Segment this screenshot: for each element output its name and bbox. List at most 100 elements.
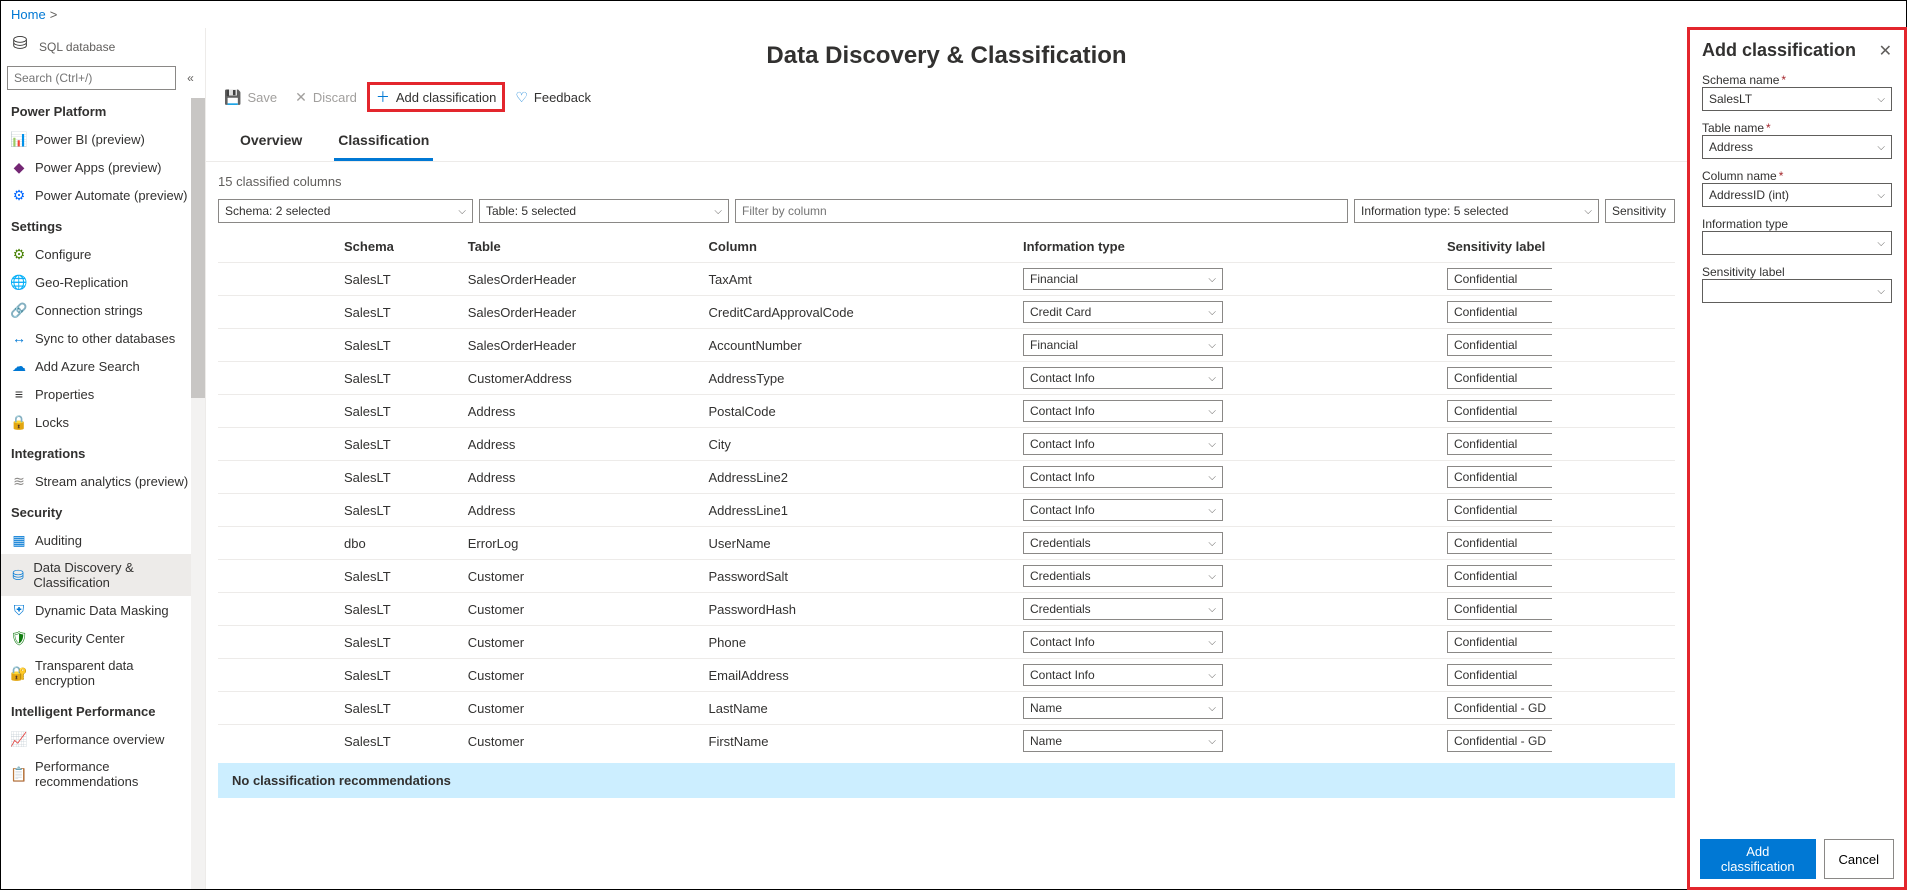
cell-column: Phone	[703, 626, 1017, 659]
infotype-dropdown[interactable]: Credentials⌵	[1023, 532, 1223, 554]
sensitivity-dropdown[interactable]: Confidential	[1447, 664, 1552, 686]
sidebar-item[interactable]: ⚙Configure	[1, 240, 205, 268]
table-row: SalesLTCustomerPhoneContact Info⌵Confide…	[218, 626, 1675, 659]
nav-icon: 🌐	[11, 274, 27, 290]
table-row: SalesLTCustomerPasswordSaltCredentials⌵C…	[218, 560, 1675, 593]
sidebar-item[interactable]: 🔐Transparent data encryption	[1, 652, 205, 694]
infotype-dropdown[interactable]: Contact Info⌵	[1023, 400, 1223, 422]
sidebar-item[interactable]: 📊Power BI (preview)	[1, 125, 205, 153]
sensitivity-filter[interactable]: Sensitivity la	[1605, 199, 1675, 223]
cell-table: Address	[462, 428, 703, 461]
nav-icon: ◆	[11, 159, 27, 175]
infotype-dropdown[interactable]: Contact Info⌵	[1023, 499, 1223, 521]
sidebar-item[interactable]: ≋Stream analytics (preview)	[1, 467, 205, 495]
search-input[interactable]	[7, 66, 176, 90]
sidebar-item[interactable]: ⛁Data Discovery & Classification	[1, 554, 205, 596]
chevron-down-icon: ⌵	[1208, 670, 1216, 681]
column-select[interactable]: AddressID (int)⌵	[1702, 183, 1892, 207]
table-row: SalesLTAddressCityContact Info⌵Confident…	[218, 428, 1675, 461]
infotype-dropdown[interactable]: Credit Card⌵	[1023, 301, 1223, 323]
sidebar-item[interactable]: ◆Power Apps (preview)	[1, 153, 205, 181]
sidebar-item-label: Dynamic Data Masking	[35, 603, 169, 618]
col-column[interactable]: Column	[703, 231, 1017, 263]
table-row: SalesLTAddressPostalCodeContact Info⌵Con…	[218, 395, 1675, 428]
feedback-button[interactable]: ♡Feedback	[507, 85, 599, 110]
infotype-dropdown[interactable]: Credentials⌵	[1023, 598, 1223, 620]
table-filter[interactable]: Table: 5 selected⌵	[479, 199, 729, 223]
sidebar-item[interactable]: 🌐Geo-Replication	[1, 268, 205, 296]
sidebar-item[interactable]: ☁Add Azure Search	[1, 352, 205, 380]
infotype-dropdown[interactable]: Contact Info⌵	[1023, 664, 1223, 686]
infotype-dropdown[interactable]: Contact Info⌵	[1023, 466, 1223, 488]
sensitivity-dropdown[interactable]: Confidential	[1447, 268, 1552, 290]
nav-icon: ≋	[11, 473, 27, 489]
sensitivity-dropdown[interactable]: Confidential	[1447, 598, 1552, 620]
tab-classification[interactable]: Classification	[334, 122, 433, 161]
sidebar-item[interactable]: 🛡Security Center	[1, 624, 205, 652]
save-button[interactable]: 💾Save	[216, 85, 285, 110]
sensitivity-dropdown[interactable]: Confidential	[1447, 466, 1552, 488]
chevron-down-icon: ⌵	[1208, 340, 1216, 351]
sensitivity-dropdown[interactable]: Confidential	[1447, 532, 1552, 554]
infotype-dropdown[interactable]: Contact Info⌵	[1023, 631, 1223, 653]
sensitivity-dropdown[interactable]: Confidential - GDPR	[1447, 730, 1552, 752]
sensitivity-dropdown[interactable]: Confidential	[1447, 400, 1552, 422]
sidebar-item[interactable]: ▦Auditing	[1, 526, 205, 554]
section-title: Integrations	[1, 436, 205, 467]
sensitivity-dropdown[interactable]: Confidential	[1447, 433, 1552, 455]
sensitivity-dropdown[interactable]: Confidential	[1447, 301, 1552, 323]
breadcrumb-home[interactable]: Home	[11, 7, 46, 22]
sidebar-item[interactable]: 🔗Connection strings	[1, 296, 205, 324]
col-schema[interactable]: Schema	[338, 231, 462, 263]
table-row: SalesLTCustomerPasswordHashCredentials⌵C…	[218, 593, 1675, 626]
nav-icon: ⛁	[11, 567, 25, 583]
sidebar-item[interactable]: ↔Sync to other databases	[1, 324, 205, 352]
infotype-dropdown[interactable]: Contact Info⌵	[1023, 433, 1223, 455]
infotype-dropdown[interactable]: Financial⌵	[1023, 268, 1223, 290]
sensitivity-select[interactable]: ⌵	[1702, 279, 1892, 303]
panel-add-button[interactable]: Add classification	[1700, 839, 1816, 879]
sidebar-item[interactable]: ⛨Dynamic Data Masking	[1, 596, 205, 624]
cell-column: FirstName	[703, 725, 1017, 758]
sensitivity-dropdown[interactable]: Confidential	[1447, 499, 1552, 521]
sensitivity-dropdown[interactable]: Confidential	[1447, 631, 1552, 653]
collapse-sidebar-icon[interactable]: «	[182, 71, 199, 85]
sensitivity-dropdown[interactable]: Confidential - GDPR	[1447, 697, 1552, 719]
schema-select[interactable]: SalesLT⌵	[1702, 87, 1892, 111]
sidebar-item-label: Locks	[35, 415, 69, 430]
cell-schema: SalesLT	[338, 626, 462, 659]
chevron-down-icon: ⌵	[1208, 472, 1216, 483]
col-sens[interactable]: Sensitivity label	[1441, 231, 1675, 263]
discard-button[interactable]: ✕Discard	[287, 85, 365, 110]
col-info[interactable]: Information type	[1017, 231, 1441, 263]
infotype-filter[interactable]: Information type: 5 selected⌵	[1354, 199, 1599, 223]
add-classification-button[interactable]: ＋Add classification	[367, 82, 505, 112]
close-icon[interactable]: ✕	[1879, 41, 1892, 61]
sidebar-item[interactable]: ⚙Power Automate (preview)	[1, 181, 205, 209]
sensitivity-dropdown[interactable]: Confidential	[1447, 565, 1552, 587]
infotype-dropdown[interactable]: Credentials⌵	[1023, 565, 1223, 587]
sensitivity-dropdown[interactable]: Confidential	[1447, 334, 1552, 356]
table-select[interactable]: Address⌵	[1702, 135, 1892, 159]
sidebar-item[interactable]: 📋Performance recommendations	[1, 753, 205, 795]
sidebar-item[interactable]: 🔒Locks	[1, 408, 205, 436]
infotype-dropdown[interactable]: Name⌵	[1023, 697, 1223, 719]
schema-filter[interactable]: Schema: 2 selected⌵	[218, 199, 473, 223]
cell-column: City	[703, 428, 1017, 461]
chevron-down-icon: ⌵	[1877, 190, 1885, 201]
infotype-select[interactable]: ⌵	[1702, 231, 1892, 255]
cell-schema: SalesLT	[338, 329, 462, 362]
sidebar-item[interactable]: 📈Performance overview	[1, 725, 205, 753]
chevron-down-icon: ⌵	[1877, 142, 1885, 153]
column-filter-input[interactable]	[735, 199, 1348, 223]
infotype-dropdown[interactable]: Name⌵	[1023, 730, 1223, 752]
col-table[interactable]: Table	[462, 231, 703, 263]
infotype-dropdown[interactable]: Financial⌵	[1023, 334, 1223, 356]
infotype-dropdown[interactable]: Contact Info⌵	[1023, 367, 1223, 389]
chevron-down-icon: ⌵	[1584, 206, 1592, 217]
panel-cancel-button[interactable]: Cancel	[1824, 839, 1894, 879]
chevron-down-icon: ⌵	[1208, 637, 1216, 648]
sensitivity-dropdown[interactable]: Confidential	[1447, 367, 1552, 389]
tab-overview[interactable]: Overview	[236, 122, 306, 161]
sidebar-item[interactable]: ≡Properties	[1, 380, 205, 408]
